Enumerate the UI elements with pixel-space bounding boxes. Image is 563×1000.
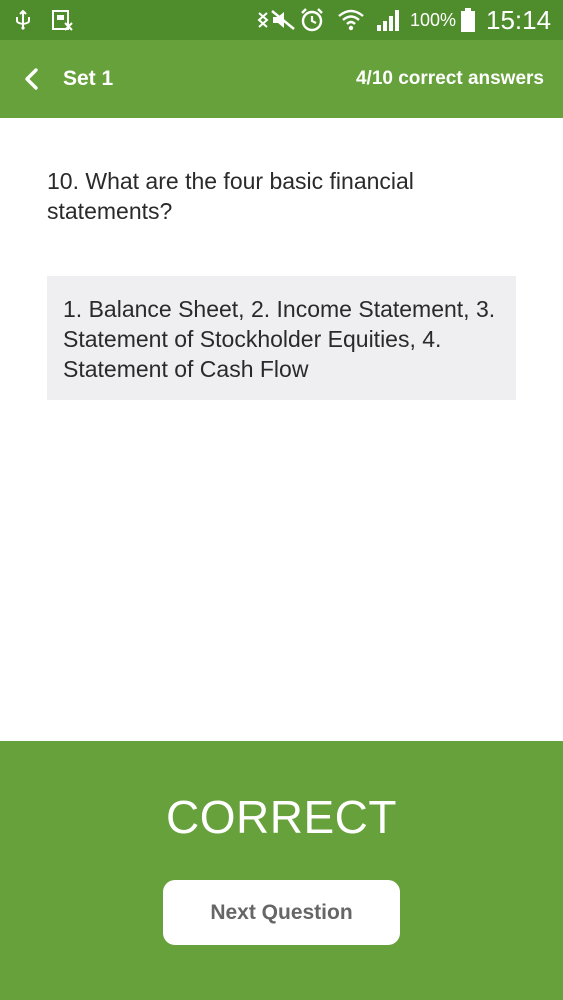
nfc-icon [256, 0, 270, 40]
signal-icon [376, 0, 402, 40]
status-bar: 100% 15:14 [0, 0, 563, 40]
question-text: 10. What are the four basic financial st… [47, 168, 414, 224]
chevron-left-icon [25, 68, 38, 90]
result-panel: CORRECT Next Question [0, 741, 563, 1000]
page-title: Set 1 [63, 67, 114, 90]
status-time: 15:14 [486, 4, 552, 35]
wifi-icon [337, 0, 365, 40]
answer-text: 1. Balance Sheet, 2. Income Statement, 3… [63, 296, 496, 382]
app-bar: Set 1 4/10 correct answers [0, 40, 563, 118]
sim-toolkit-icon [51, 0, 73, 40]
score-counter: 4/10 correct answers [355, 68, 544, 89]
back-button[interactable] [20, 40, 44, 118]
next-question-button[interactable]: Next Question [163, 880, 400, 945]
usb-icon [14, 0, 32, 40]
battery-icon [460, 0, 476, 40]
alarm-icon [299, 0, 325, 40]
result-label: CORRECT [166, 791, 397, 843]
mute-icon [270, 0, 296, 40]
answer-card: 1. Balance Sheet, 2. Income Statement, 3… [47, 276, 516, 400]
battery-percent: 100% [410, 9, 457, 30]
